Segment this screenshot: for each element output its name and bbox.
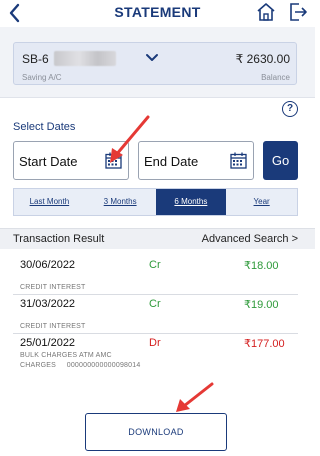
go-button[interactable]: Go	[263, 141, 298, 180]
account-dropdown[interactable]: SB-6 ₹ 2630.00 Saving A/C Balance	[13, 42, 297, 85]
account-type: Saving A/C	[22, 73, 62, 82]
annotation-arrow-icon	[110, 115, 150, 163]
transaction-row[interactable]: 25/01/2022 Dr ₹177.00 BULK CHARGES ATM A…	[13, 337, 298, 373]
period-3-months[interactable]: 3 Months	[85, 189, 156, 215]
header: STATEMENT	[0, 0, 315, 27]
transaction-amount: ₹18.00	[244, 260, 279, 272]
divider	[13, 333, 298, 334]
masked-account-digits	[54, 51, 116, 66]
select-dates-label: Select Dates	[13, 121, 76, 133]
period-selector: Last Month 3 Months 6 Months Year	[13, 188, 298, 216]
transaction-type: Cr	[149, 298, 161, 310]
transaction-row[interactable]: 31/03/2022 Cr ₹19.00 CREDIT INTEREST	[13, 298, 298, 334]
transaction-type: Dr	[149, 337, 161, 349]
transaction-description: CREDIT INTEREST	[20, 284, 86, 291]
transaction-amount: ₹177.00	[244, 338, 285, 350]
logout-icon[interactable]	[288, 1, 308, 23]
transaction-row[interactable]: 30/06/2022 Cr ₹18.00 CREDIT INTEREST	[13, 259, 298, 295]
transaction-description: CREDIT INTEREST	[20, 323, 86, 330]
results-title: Transaction Result	[13, 233, 105, 245]
calendar-icon[interactable]	[230, 152, 247, 169]
transaction-date: 30/06/2022	[20, 259, 76, 271]
start-date-label: Start Date	[19, 154, 78, 169]
transaction-amount: ₹19.00	[244, 299, 279, 311]
period-6-months[interactable]: 6 Months	[155, 189, 227, 215]
period-last-month[interactable]: Last Month	[14, 189, 85, 215]
transaction-date: 25/01/2022	[20, 337, 76, 349]
divider	[13, 294, 298, 295]
end-date-field[interactable]: End Date	[138, 141, 254, 180]
account-number: SB-6	[22, 52, 49, 66]
advanced-search-link[interactable]: Advanced Search >	[202, 233, 298, 245]
balance-label: Balance	[261, 73, 290, 82]
home-icon[interactable]	[256, 2, 276, 22]
period-year[interactable]: Year	[226, 189, 297, 215]
transaction-date: 31/03/2022	[20, 298, 76, 310]
help-icon[interactable]: ?	[282, 101, 298, 117]
transaction-type: Cr	[149, 259, 161, 271]
account-balance: ₹ 2630.00	[235, 52, 290, 66]
transaction-description-2: CHARGES 000000000000098014	[20, 362, 141, 369]
results-header: Transaction Result Advanced Search >	[0, 228, 315, 249]
chevron-down-icon[interactable]	[145, 53, 159, 63]
download-button[interactable]: DOWNLOAD	[85, 413, 227, 451]
account-section: SB-6 ₹ 2630.00 Saving A/C Balance	[0, 27, 315, 98]
annotation-arrow-icon	[176, 382, 214, 412]
transaction-description: BULK CHARGES ATM AMC	[20, 352, 112, 359]
